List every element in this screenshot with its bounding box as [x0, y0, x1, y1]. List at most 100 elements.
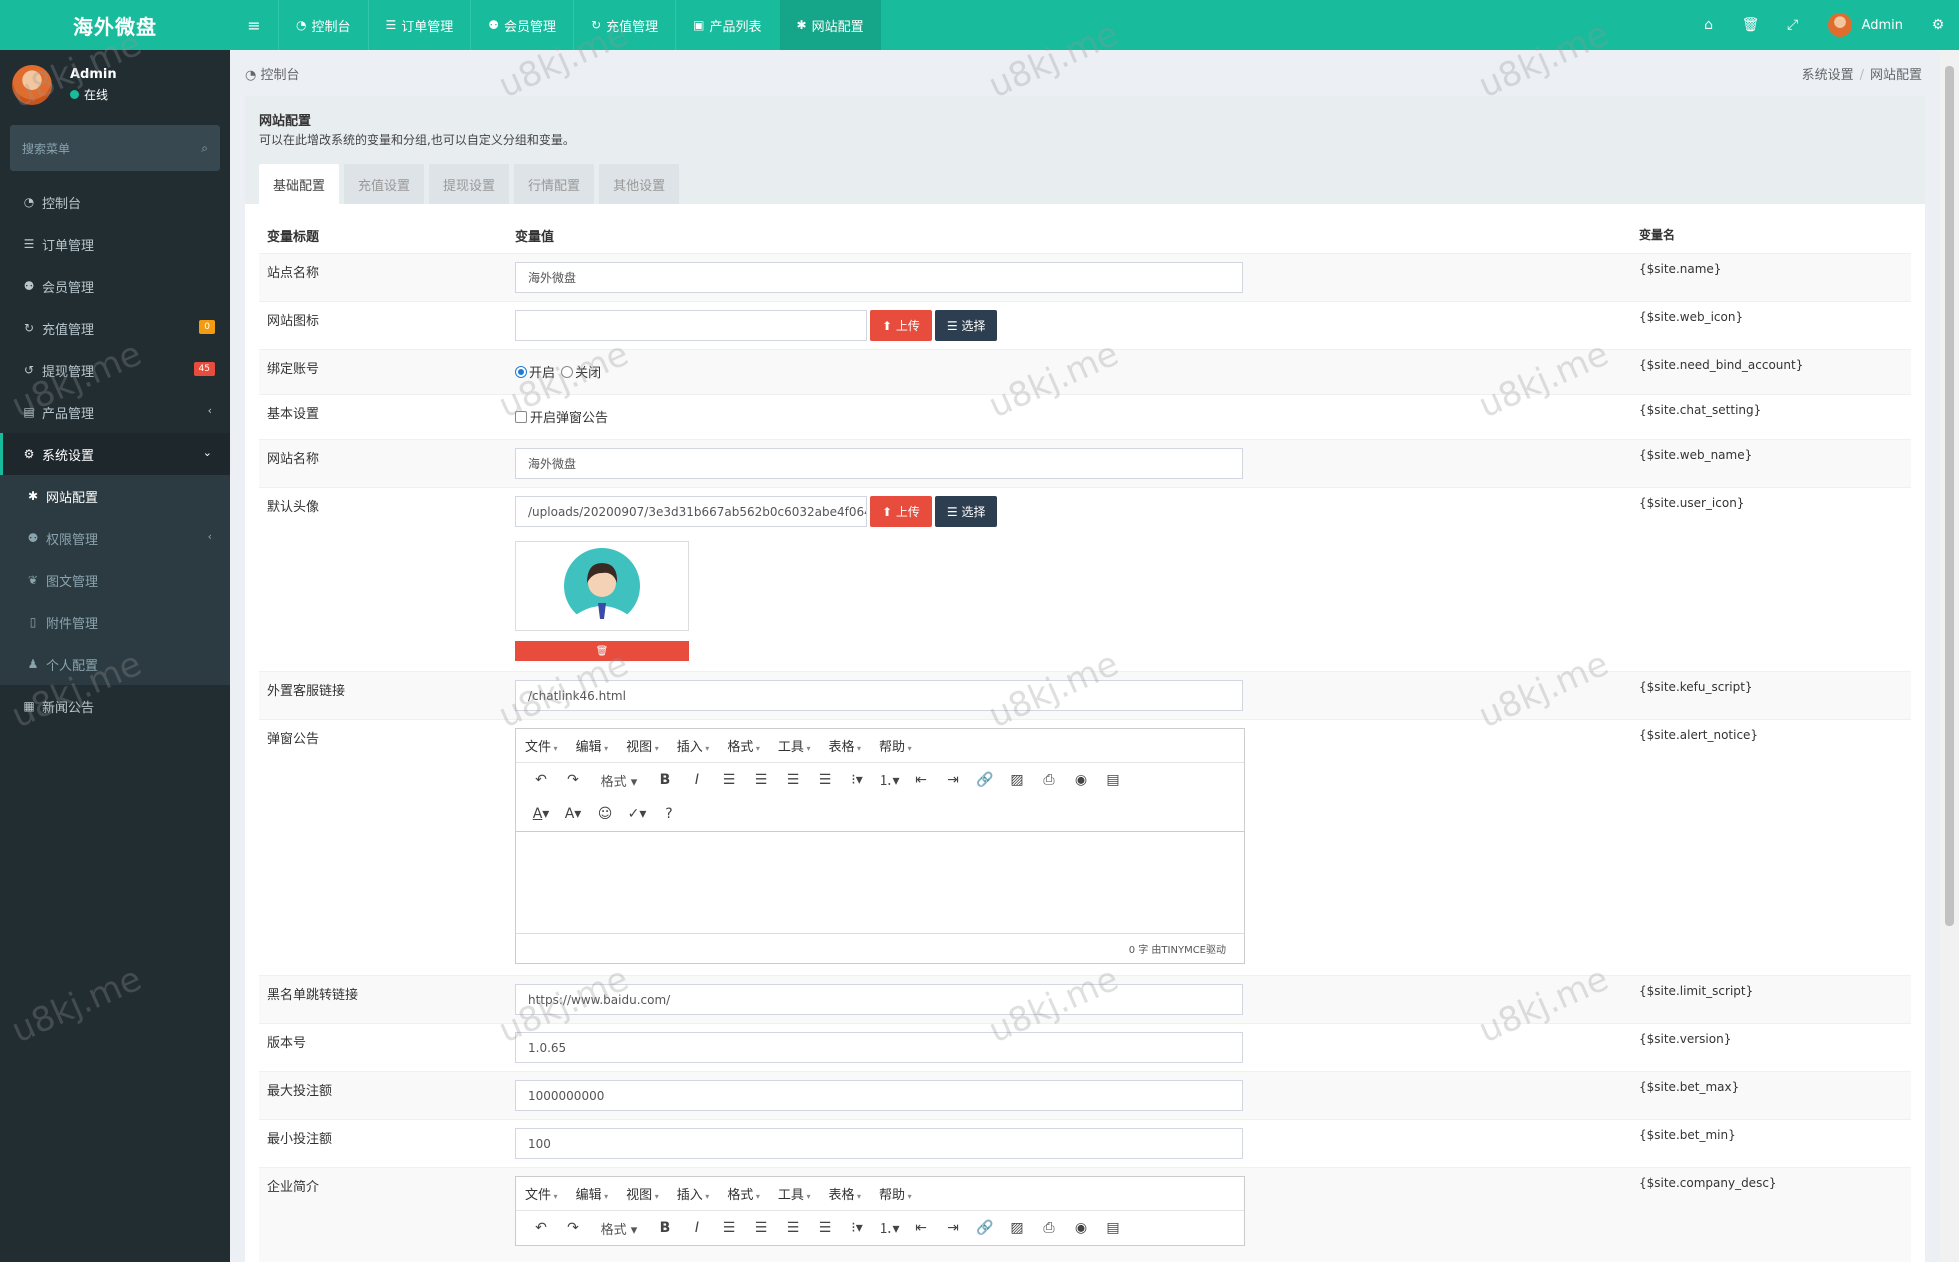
- user-icon-input[interactable]: /uploads/20200907/3e3d31b667ab562b0c6032…: [515, 496, 867, 527]
- fullscreen-icon[interactable]: ⤢: [1772, 17, 1814, 33]
- editor-menu-file[interactable]: 文件: [525, 736, 558, 755]
- popup-notice-checkbox[interactable]: 开启弹窗公告: [515, 407, 608, 426]
- editor-menu-edit[interactable]: 编辑: [576, 1184, 609, 1203]
- sidebar-item-permissions[interactable]: ⚉ 权限管理 ‹: [0, 517, 230, 559]
- sidebar-item-system-settings[interactable]: ⚙ 系统设置 ⌄: [0, 433, 230, 475]
- topnav-members[interactable]: ⚉ 会员管理: [470, 0, 573, 50]
- bold-icon[interactable]: B: [649, 772, 681, 788]
- redo-icon[interactable]: ↷: [557, 772, 589, 788]
- indent-icon[interactable]: ⇥: [937, 772, 969, 788]
- editor-content-area[interactable]: [516, 831, 1244, 933]
- outdent-icon[interactable]: ⇤: [905, 1220, 937, 1236]
- bet-min-input[interactable]: 100: [515, 1128, 1243, 1159]
- undo-icon[interactable]: ↶: [525, 1220, 557, 1236]
- preview-icon[interactable]: ◉: [1065, 772, 1097, 788]
- image-icon[interactable]: ▨: [1001, 1220, 1033, 1236]
- align-center-icon[interactable]: ☰: [745, 772, 777, 788]
- editor-menu-format[interactable]: 格式: [727, 736, 760, 755]
- radio-on[interactable]: 开启: [515, 362, 555, 381]
- print-icon[interactable]: ⎙: [1033, 772, 1065, 788]
- italic-icon[interactable]: I: [681, 1220, 713, 1236]
- sidebar-item-news[interactable]: ▦ 新闻公告: [0, 685, 230, 727]
- editor-menu-help[interactable]: 帮助: [879, 736, 912, 755]
- bet-max-input[interactable]: 1000000000: [515, 1080, 1243, 1111]
- editor-menu-tools[interactable]: 工具: [778, 736, 811, 755]
- undo-icon[interactable]: ↶: [525, 772, 557, 788]
- media-icon[interactable]: ▤: [1097, 1220, 1129, 1236]
- bold-icon[interactable]: B: [649, 1220, 681, 1236]
- radio-off[interactable]: 关闭: [561, 362, 601, 381]
- top-user-menu[interactable]: Admin: [1814, 13, 1917, 37]
- redo-icon[interactable]: ↷: [557, 1220, 589, 1236]
- page-scrollbar[interactable]: [1940, 50, 1959, 1262]
- editor-menu-table[interactable]: 表格: [828, 1184, 861, 1203]
- print-icon[interactable]: ⎙: [1033, 1220, 1065, 1236]
- scrollbar-thumb[interactable]: [1945, 66, 1954, 926]
- topnav-dashboard[interactable]: ◔ 控制台: [278, 0, 368, 50]
- sidebar-item-members[interactable]: ⚉ 会员管理: [0, 265, 230, 307]
- preview-icon[interactable]: ◉: [1065, 1220, 1097, 1236]
- menu-search-input[interactable]: 搜索菜单 ⌕: [10, 125, 220, 171]
- version-input[interactable]: 1.0.65: [515, 1032, 1243, 1063]
- align-justify-icon[interactable]: ☰: [809, 1220, 841, 1236]
- topnav-products[interactable]: ▣ 产品列表: [675, 0, 778, 50]
- tab-basic[interactable]: 基础配置: [259, 164, 340, 204]
- italic-icon[interactable]: I: [681, 772, 713, 788]
- link-icon[interactable]: 🔗: [969, 772, 1001, 788]
- upload-button[interactable]: ⬆ 上传: [870, 496, 932, 527]
- emoticon-icon[interactable]: ☺: [589, 806, 621, 822]
- sidebar-item-recharge[interactable]: ↻ 充值管理 0: [0, 307, 230, 349]
- editor-menu-table[interactable]: 表格: [828, 736, 861, 755]
- bullet-list-icon[interactable]: ⁝▾: [841, 1220, 873, 1236]
- bullet-list-icon[interactable]: ⁝▾: [841, 772, 873, 788]
- numbered-list-icon[interactable]: ⒈▾: [873, 770, 905, 790]
- trash-icon[interactable]: 🗑: [1730, 17, 1772, 33]
- topnav-recharge[interactable]: ↻ 充值管理: [573, 0, 675, 50]
- align-left-icon[interactable]: ☰: [713, 1220, 745, 1236]
- outdent-icon[interactable]: ⇤: [905, 772, 937, 788]
- site-name-input[interactable]: 海外微盘: [515, 262, 1243, 293]
- sidebar-item-attachments[interactable]: ▯ 附件管理: [0, 601, 230, 643]
- app-logo[interactable]: 海外微盘: [0, 0, 230, 50]
- home-icon[interactable]: ⌂: [1688, 17, 1730, 33]
- background-color-icon[interactable]: A▾: [557, 806, 589, 822]
- editor-menu-view[interactable]: 视图: [626, 736, 659, 755]
- spellcheck-icon[interactable]: ✓▾: [621, 806, 653, 822]
- numbered-list-icon[interactable]: ⒈▾: [873, 1218, 905, 1238]
- kefu-link-input[interactable]: /chatlink46.html: [515, 680, 1243, 711]
- text-color-icon[interactable]: A▾: [525, 806, 557, 822]
- align-center-icon[interactable]: ☰: [745, 1220, 777, 1236]
- upload-button[interactable]: ⬆ 上传: [870, 310, 932, 341]
- tab-market[interactable]: 行情配置: [514, 164, 595, 204]
- sidebar-item-profile[interactable]: ♟ 个人配置: [0, 643, 230, 685]
- editor-menu-format[interactable]: 格式: [727, 1184, 760, 1203]
- breadcrumb-item[interactable]: 系统设置: [1802, 68, 1854, 83]
- align-right-icon[interactable]: ☰: [777, 772, 809, 788]
- sidebar-item-orders[interactable]: ☰ 订单管理: [0, 223, 230, 265]
- delete-image-button[interactable]: 🗑: [515, 641, 689, 661]
- web-icon-input[interactable]: [515, 310, 867, 341]
- editor-menu-tools[interactable]: 工具: [778, 1184, 811, 1203]
- topnav-orders[interactable]: ☰ 订单管理: [367, 0, 471, 50]
- choose-button[interactable]: ☰ 选择: [934, 310, 998, 341]
- format-dropdown[interactable]: 格式 ▾: [589, 1219, 649, 1238]
- image-icon[interactable]: ▨: [1001, 772, 1033, 788]
- web-name-input[interactable]: 海外微盘: [515, 448, 1243, 479]
- link-icon[interactable]: 🔗: [969, 1220, 1001, 1236]
- sidebar-item-withdraw[interactable]: ↺ 提现管理 45: [0, 349, 230, 391]
- tab-withdraw[interactable]: 提现设置: [429, 164, 510, 204]
- sidebar-item-products[interactable]: ▤ 产品管理 ‹: [0, 391, 230, 433]
- align-justify-icon[interactable]: ☰: [809, 772, 841, 788]
- choose-button[interactable]: ☰ 选择: [934, 496, 998, 527]
- help-icon[interactable]: ?: [653, 806, 685, 822]
- breadcrumb-home[interactable]: ◔ 控制台: [245, 64, 300, 83]
- align-right-icon[interactable]: ☰: [777, 1220, 809, 1236]
- tab-other[interactable]: 其他设置: [599, 164, 680, 204]
- media-icon[interactable]: ▤: [1097, 772, 1129, 788]
- sidebar-item-articles[interactable]: ❦ 图文管理: [0, 559, 230, 601]
- blacklist-link-input[interactable]: https://www.baidu.com/: [515, 984, 1243, 1015]
- sidebar-item-dashboard[interactable]: ◔ 控制台: [0, 181, 230, 223]
- align-left-icon[interactable]: ☰: [713, 772, 745, 788]
- sidebar-item-site-config[interactable]: ✱ 网站配置: [0, 475, 230, 517]
- topnav-site-config[interactable]: ✱ 网站配置: [778, 0, 881, 50]
